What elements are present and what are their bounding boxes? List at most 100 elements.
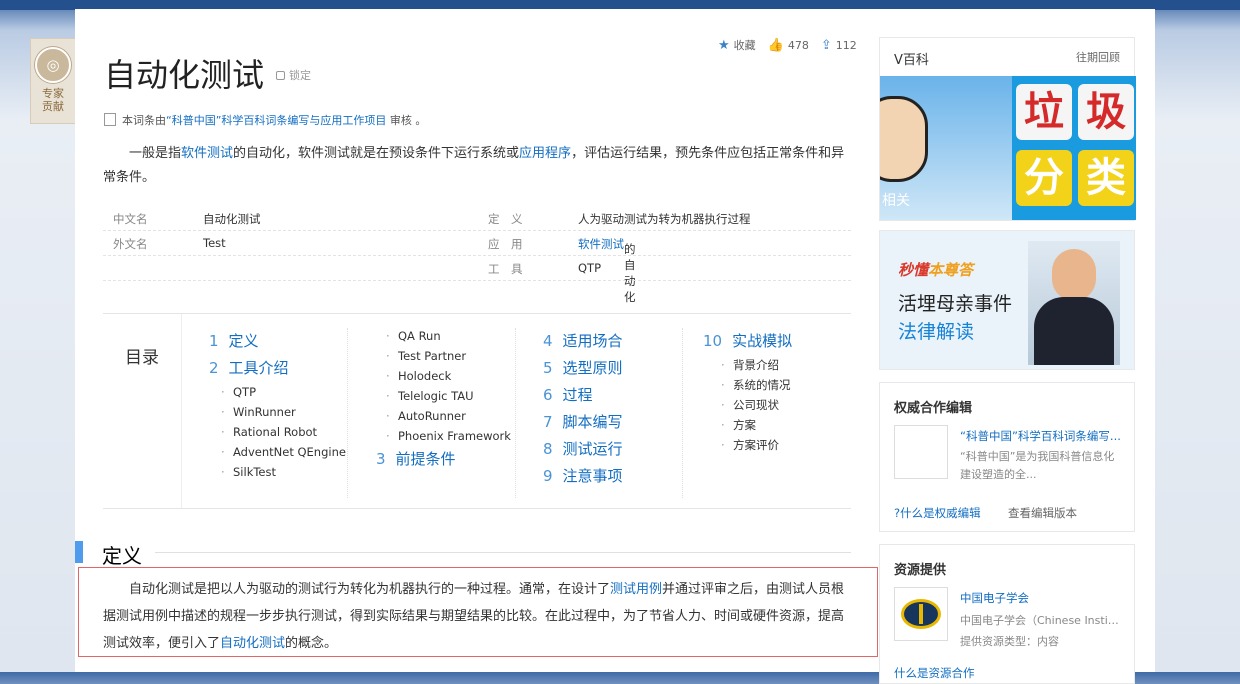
info-key: 应 用 xyxy=(488,237,523,251)
summary-text-1: 一般是指 xyxy=(129,146,182,161)
authority-name-link[interactable]: “科普中国”科学百科词条编写... xyxy=(960,428,1122,444)
toc-label: 目录 xyxy=(103,314,182,508)
vbaike-video-thumb-2[interactable]: 垃 圾 分 类 xyxy=(1012,76,1136,220)
expert-contribute-badge[interactable]: ◎ 专家 贡献 xyxy=(30,38,76,124)
review-project-link[interactable]: “科普中国”科学百科词条编写与应用工作项目 xyxy=(166,114,386,127)
toc-subitem[interactable]: SilkTest xyxy=(221,462,346,482)
toc-subitem[interactable]: Telelogic TAU xyxy=(386,386,511,406)
toc-subitem[interactable]: 公司现状 xyxy=(721,395,792,415)
info-value: Test xyxy=(203,236,226,250)
document-icon xyxy=(104,113,116,126)
toc-label-text: 工具介绍 xyxy=(228,359,289,377)
toc-column-3: 4 适用场合 5 选型原则 6 过程 7 脚本编写 8 测试运行 9 注意事项 xyxy=(543,328,623,490)
what-is-resource-link[interactable]: 什么是资源合作 xyxy=(894,665,975,681)
authority-logo[interactable] xyxy=(894,425,948,479)
definition-highlight-box: 自动化测试是把以人为驱动的测试行为转化为机器执行的一种过程。通常，在设计了测试用… xyxy=(78,567,878,657)
authority-description: “科普中国”是为我国科普信息化建设塑造的全... xyxy=(960,450,1115,481)
vbaike-title: V百科 xyxy=(894,53,929,68)
thumb-char: 圾 xyxy=(1078,84,1134,140)
cartoon-face-image xyxy=(880,96,928,182)
toc-divider xyxy=(347,328,349,498)
toc-subitem[interactable]: QA Run xyxy=(386,326,511,346)
info-value: 自动化测试 xyxy=(203,212,261,226)
toc-subitem[interactable]: 方案 xyxy=(721,415,792,435)
authority-link1-text: 什么是权威编辑 xyxy=(900,506,981,520)
badge-line1: 专家 xyxy=(42,87,64,100)
toc-number: 1 xyxy=(209,332,219,350)
toc-item[interactable]: 9 注意事项 xyxy=(543,463,623,490)
toc-number: 5 xyxy=(543,359,553,377)
vbaike-more-link[interactable]: 往期回顾 xyxy=(1076,49,1120,65)
lock-label: 锁定 xyxy=(289,69,311,82)
toc-item[interactable]: 1 定义 xyxy=(209,328,346,355)
info-value: 软件测试 的自动化 xyxy=(578,236,636,304)
summary-paragraph: 一般是指软件测试的自动化，软件测试就是在预设条件下运行系统或应用程序，评估运行结… xyxy=(103,142,851,190)
toc-subitem[interactable]: 背景介绍 xyxy=(721,355,792,375)
toc-label-text: 前提条件 xyxy=(395,450,456,468)
info-row: 工 具 QTP xyxy=(103,256,851,281)
resource-provider-panel: 资源提供 中国电子学会 中国电子学会（Chinese Instit... 提供资… xyxy=(879,544,1135,684)
toc-item[interactable]: 2 工具介绍 xyxy=(209,355,346,382)
info-key: 外文名 xyxy=(113,237,148,251)
toc-number: 10 xyxy=(703,332,723,350)
favorite-label: 收藏 xyxy=(733,39,756,52)
table-of-contents: 目录 1 定义 2 工具介绍 QTP WinRunner Rational Robo… xyxy=(103,313,851,509)
toc-column-1: 1 定义 2 工具介绍 QTP WinRunner Rational Robot A… xyxy=(209,328,346,482)
definition-paragraph: 自动化测试是把以人为驱动的测试行为转化为机器执行的一种过程。通常，在设计了测试用… xyxy=(103,576,851,657)
definition-text-3: 的概念。 xyxy=(285,636,338,651)
info-value: 人为驱动测试为转为机器执行过程 xyxy=(578,212,751,226)
photo-head xyxy=(1052,249,1096,301)
cie-emblem-icon xyxy=(901,599,941,629)
toc-subitem[interactable]: 方案评价 xyxy=(721,435,792,455)
expert-icon: ◎ xyxy=(35,47,71,83)
toc-item[interactable]: 10 实战模拟 xyxy=(703,328,792,355)
resource-name-link[interactable]: 中国电子学会 xyxy=(960,590,1029,606)
toc-number: 6 xyxy=(543,386,553,404)
toc-subitem[interactable]: QTP xyxy=(221,382,346,402)
favorite-button[interactable]: ★ 收藏 xyxy=(718,37,756,53)
toc-subitem[interactable]: AutoRunner xyxy=(386,406,511,426)
cie-logo[interactable] xyxy=(894,587,948,641)
software-testing-link[interactable]: 软件测试 xyxy=(181,146,233,161)
lock-button[interactable]: 锁定 xyxy=(276,67,311,83)
toc-label-text: 适用场合 xyxy=(562,332,623,350)
info-software-testing-link[interactable]: 软件测试 xyxy=(578,237,624,251)
automated-testing-link[interactable]: 自动化测试 xyxy=(220,636,285,651)
test-case-link[interactable]: 测试用例 xyxy=(610,582,662,597)
view-edit-version-link[interactable]: 查看编辑版本 xyxy=(1008,505,1077,521)
toc-item[interactable]: 7 脚本编写 xyxy=(543,409,623,436)
toc-subitem[interactable]: Test Partner xyxy=(386,346,511,366)
like-button[interactable]: 👍 478 xyxy=(768,37,809,53)
toc-subitem[interactable]: Phoenix Framework xyxy=(386,426,511,446)
toc-subitem[interactable]: AdventNet QEngine xyxy=(221,442,346,462)
promo-ad[interactable]: 秒懂本尊答 活埋母亲事件 法律解读 xyxy=(879,230,1135,370)
toc-item[interactable]: 6 过程 xyxy=(543,382,623,409)
toc-number: 3 xyxy=(376,450,386,468)
info-key: 定 义 xyxy=(488,212,523,226)
toc-label-text: 选型原则 xyxy=(562,359,623,377)
video-caption: 相关 xyxy=(882,193,910,209)
vbaike-video-thumb-1[interactable]: 相关 xyxy=(880,76,1012,220)
application-link[interactable]: 应用程序 xyxy=(519,146,571,161)
info-value: QTP xyxy=(578,261,602,275)
toc-subitem[interactable]: Rational Robot xyxy=(221,422,346,442)
toc-subitem[interactable]: Holodeck xyxy=(386,366,511,386)
ad-brand-b: 本尊答 xyxy=(928,261,974,279)
what-is-authority-link[interactable]: ?什么是权威编辑 xyxy=(894,505,981,521)
toc-item[interactable]: 4 适用场合 xyxy=(543,328,623,355)
toc-subitem[interactable]: 系统的情况 xyxy=(721,375,792,395)
toc-item[interactable]: 8 测试运行 xyxy=(543,436,623,463)
toc-item[interactable]: 5 选型原则 xyxy=(543,355,623,382)
toc-number: 4 xyxy=(543,332,553,350)
share-button[interactable]: ⇪ 112 xyxy=(821,37,857,53)
section-heading: 定义 xyxy=(75,540,851,568)
photo-suit xyxy=(1034,297,1114,365)
thumbs-up-icon: 👍 xyxy=(767,37,784,53)
ad-subheadline: 法律解读 xyxy=(898,321,975,343)
toc-subitem[interactable]: WinRunner xyxy=(221,402,346,422)
toc-item[interactable]: 3 前提条件 xyxy=(376,446,511,473)
definition-text-1: 自动化测试是把以人为驱动的测试行为转化为机器执行的一种过程。通常，在设计了 xyxy=(129,582,611,597)
share-count: 112 xyxy=(835,38,857,52)
thumb-char: 分 xyxy=(1016,150,1072,206)
entry-actions: ★ 收藏 👍 478 ⇪ 112 xyxy=(718,37,857,53)
